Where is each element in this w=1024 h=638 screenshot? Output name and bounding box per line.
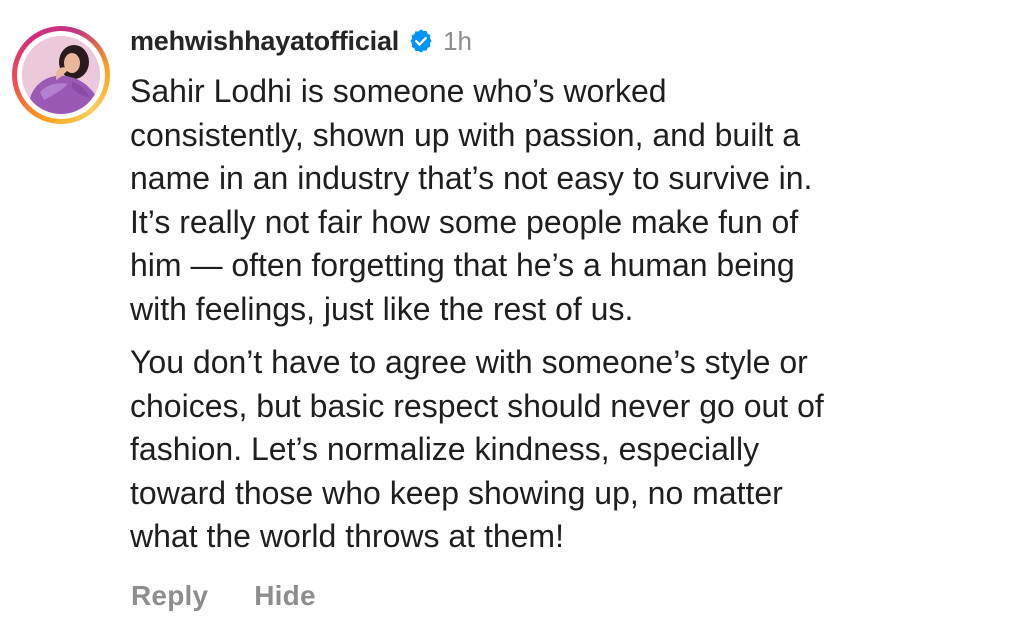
avatar-story-ring[interactable] [12,26,110,124]
reply-button[interactable]: Reply [131,580,208,612]
comment-line: It’s really not fair how some people mak… [130,203,799,240]
comment-line: Sahir Lodhi is someone who’s worked [130,73,667,109]
comment-body: Sahir Lodhi is someone who’s worked cons… [130,70,1010,559]
comment-timestamp: 1h [443,25,472,56]
comment-line: consistently, shown up with passion, and… [130,116,801,153]
hide-button[interactable]: Hide [254,580,315,612]
comment-paragraph: Sahir Lodhi is someone who’s worked cons… [130,70,1010,331]
comment-line: what the world throws at them! [130,518,564,554]
comment-line: with feelings, just like the rest of us. [130,290,634,327]
comment-header: mehwishhayatofficial 1h [130,20,472,62]
comment-line: fashion. Let’s normalize kindness, espec… [130,431,760,467]
comment-line: name in an industry that’s not easy to s… [130,160,813,196]
avatar[interactable] [22,36,100,114]
avatar-photo-icon [22,36,100,114]
comment-line: choices, but basic respect should never … [130,387,824,424]
comment-line: toward those who keep showing up, no mat… [130,474,783,511]
avatar-ring-gap [17,31,105,119]
comment: mehwishhayatofficial 1h Sahir Lodhi is s… [0,0,1024,638]
comment-actions: Reply Hide [131,580,316,612]
comment-line: You don’t have to agree with someone’s s… [130,344,808,380]
comment-line: him — often forgetting that he’s a human… [130,247,795,283]
comment-paragraph: You don’t have to agree with someone’s s… [130,341,1010,559]
verified-badge-icon [408,28,434,54]
username[interactable]: mehwishhayatofficial [130,26,399,57]
